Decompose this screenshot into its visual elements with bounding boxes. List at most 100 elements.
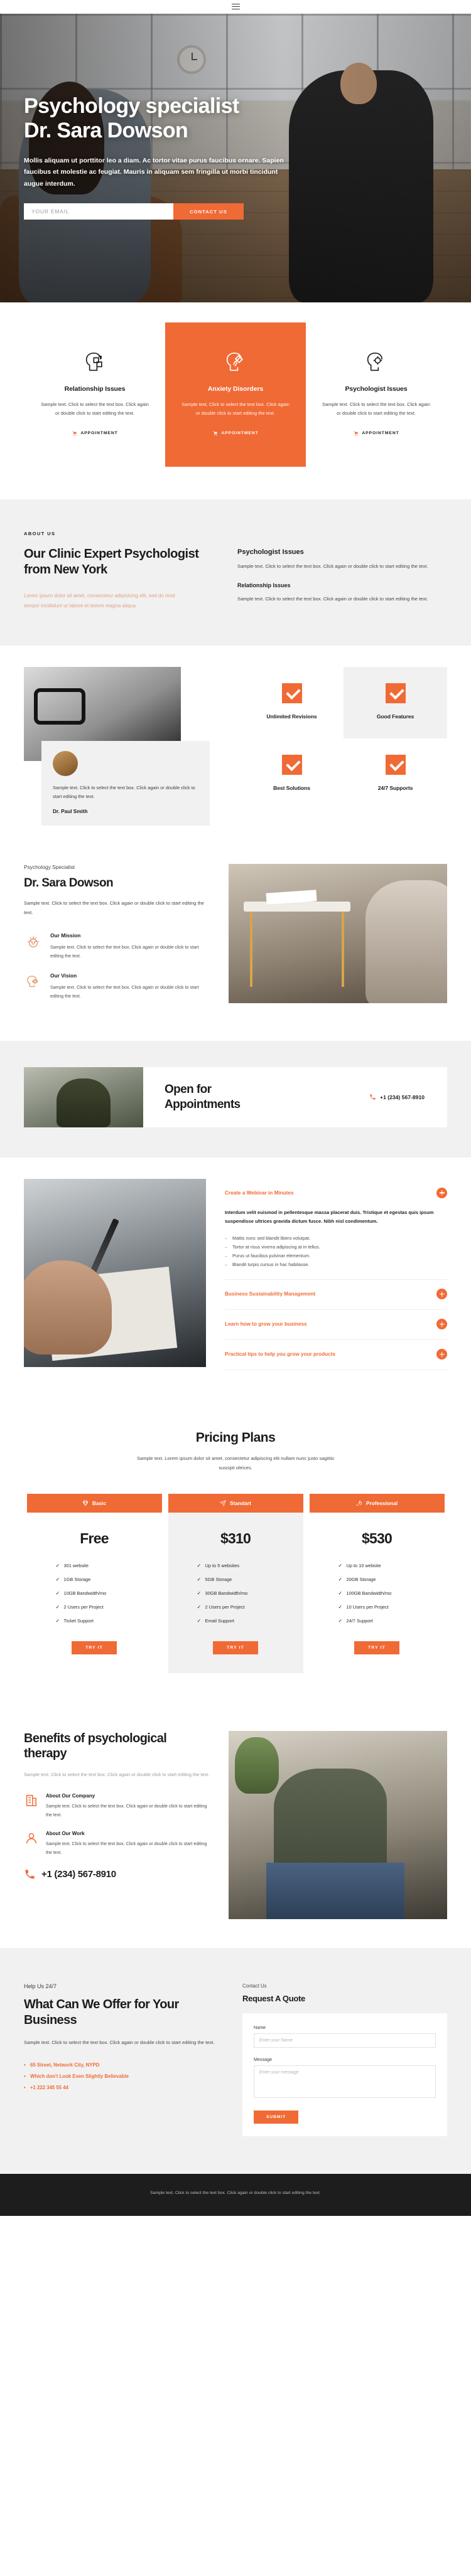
appointments-photo — [24, 1067, 143, 1127]
accordion-item-practical-tips: Practical tips to help you grow your pro… — [225, 1340, 447, 1371]
list-item: 2 Users per Project — [197, 1604, 291, 1610]
list-item: 2 Users per Project — [56, 1604, 149, 1610]
list-item: 20GB Storage — [338, 1577, 432, 1583]
doctor-item-text: Sample text. Click to select the text bo… — [50, 944, 199, 959]
benefits-photo — [229, 1730, 447, 1919]
phone-icon — [25, 1870, 35, 1879]
submit-button[interactable]: SUBMIT — [254, 2110, 299, 2124]
benefit-text: Sample text. Click to select the text bo… — [46, 1841, 207, 1855]
accordion-body: Interdum velit euismod in pellentesque m… — [225, 1198, 447, 1270]
contact-form-label: Contact Us — [242, 1983, 267, 1989]
feature-cell-247-supports: 24/7 Supports — [344, 738, 447, 810]
plan-try-it-button[interactable]: TRY IT — [354, 1641, 399, 1654]
feature-title: 24/7 Supports — [377, 785, 413, 792]
contact-section: Help Us 24/7 What Can We Offer for Your … — [0, 1947, 471, 2174]
request-quote-form: Name Message SUBMIT — [254, 2025, 436, 2124]
plan-feature-list: Up to 5 websites 5GB Storage 30GB Bandwi… — [181, 1563, 291, 1624]
head-broom-icon — [179, 348, 292, 376]
plan-header: Standart — [168, 1494, 303, 1513]
list-item: 24/7 Support — [338, 1618, 432, 1624]
hero-title-line-1: Psychology specialist — [24, 94, 239, 118]
hero-section: Psychology specialist Dr. Sara Dowson Mo… — [0, 14, 471, 302]
building-icon — [24, 1793, 39, 1808]
doctor-item-title: Our Mission — [50, 932, 81, 939]
list-item: 5GB Storage — [197, 1577, 291, 1583]
appointments-phone-link[interactable]: +1 (234) 567-8910 — [369, 1094, 425, 1100]
appointments-heading-line-2: Appointments — [165, 1097, 241, 1111]
service-card-psychologist[interactable]: Psychologist Issues Sample text. Click t… — [306, 331, 447, 467]
testimonial-text: Sample text. Click to select the text bo… — [53, 785, 195, 800]
doctor-item-mission: Our Mission Sample text. Click to select… — [24, 932, 212, 960]
plan-try-it-button[interactable]: TRY IT — [72, 1641, 117, 1654]
plus-icon[interactable] — [436, 1349, 447, 1360]
accordion-header[interactable]: Create a Webinar in Minutes — [225, 1187, 447, 1198]
accordion-title: Create a Webinar in Minutes — [225, 1190, 294, 1196]
plus-icon[interactable] — [436, 1289, 447, 1300]
services-section: Relationship Issues Sample text. Click t… — [0, 302, 471, 499]
mind-eye-icon — [24, 972, 43, 991]
contact-link-address[interactable]: 65 Street, Network City, NYPD — [24, 2062, 225, 2068]
testimonial-card: Sample text. Click to select the text bo… — [41, 741, 210, 826]
benefit-item-company: About Our Company Sample text. Click to … — [24, 1793, 212, 1819]
plan-feature-list: 301 website 1GB Storage 10GB Bandwidth/m… — [40, 1563, 149, 1624]
service-title: Psychologist Issues — [345, 385, 408, 393]
page-root: Psychology specialist Dr. Sara Dowson Mo… — [0, 0, 471, 2216]
about-eyebrow: ABOUT US — [24, 530, 56, 536]
appointment-label: APPOINTMENT — [362, 430, 399, 435]
accordion-header[interactable]: Business Sustainability Management — [225, 1289, 447, 1300]
appointments-phone: +1 (234) 567-8910 — [380, 1094, 425, 1100]
feature-cell-good-features: Good Features — [344, 667, 447, 739]
rocket-icon — [356, 1500, 362, 1506]
plan-name: Professional — [365, 1500, 398, 1507]
message-field[interactable] — [254, 2065, 436, 2098]
contact-form-title: Request A Quote — [242, 1993, 305, 2003]
features-section: Sample text. Click to select the text bo… — [0, 646, 471, 839]
user-icon — [24, 1831, 39, 1846]
contact-us-button[interactable]: CONTACT US — [173, 203, 244, 220]
benefit-title: About Our Company — [46, 1793, 95, 1799]
contact-kicker: Help Us 24/7 — [24, 1983, 57, 1989]
email-input[interactable] — [24, 203, 173, 220]
plan-try-it-button[interactable]: TRY IT — [213, 1641, 258, 1654]
appointment-link[interactable]: APPOINTMENT — [212, 430, 258, 436]
accordion-header[interactable]: Learn how to grow your business — [225, 1319, 447, 1330]
benefit-title: About Our Work — [46, 1831, 85, 1837]
appointment-link[interactable]: APPOINTMENT — [353, 430, 399, 436]
service-card-relationship[interactable]: Relationship Issues Sample text. Click t… — [24, 331, 165, 467]
appointments-heading: Open for Appointments — [165, 1082, 241, 1112]
list-item: Blandit turpis cursus in hac habitasse. — [225, 1260, 447, 1269]
contact-link-phone[interactable]: +1 222 345 55 44 — [24, 2085, 225, 2090]
accordion-bullet-list: Mattis nunc sed blandit libero volutpat.… — [225, 1234, 447, 1270]
plan-header: Basic — [26, 1494, 162, 1513]
list-item: 301 website — [56, 1563, 149, 1569]
contact-lead: Sample text. Click to select the text bo… — [24, 2039, 215, 2045]
accordion-title: Practical tips to help you grow your pro… — [225, 1351, 336, 1358]
doctor-item-text: Sample text. Click to select the text bo… — [50, 984, 199, 999]
service-card-anxiety[interactable]: Anxiety Disorders Sample text. Click to … — [165, 322, 306, 467]
check-icon — [385, 683, 406, 704]
benefits-phone-link[interactable]: +1 (234) 567-8910 — [24, 1868, 212, 1880]
hamburger-menu-icon[interactable] — [231, 4, 240, 9]
plan-name: Standart — [230, 1500, 251, 1507]
doctor-kicker: Psychology Specialist — [24, 864, 75, 871]
list-item: Ticket Support — [56, 1618, 149, 1624]
appointments-heading-line-1: Open for — [165, 1083, 212, 1097]
service-title: Anxiety Disorders — [207, 385, 264, 393]
plan-price: Free — [80, 1530, 109, 1547]
name-field[interactable] — [254, 2033, 436, 2048]
plan-feature-list: Up to 10 website 20GB Storage 100GB Band… — [322, 1563, 432, 1624]
accordion-title: Business Sustainability Management — [225, 1291, 316, 1297]
about-section: ABOUT US Our Clinic Expert Psychologist … — [0, 499, 471, 646]
plan-card-standart: Standart $310 Up to 5 websites 5GB Stora… — [168, 1494, 303, 1673]
about-block-text: Sample text. Click to select the text bo… — [237, 563, 428, 569]
service-text: Sample text. Click to select the text bo… — [322, 402, 430, 416]
plus-icon[interactable] — [436, 1187, 447, 1198]
appointment-link[interactable]: APPOINTMENT — [72, 430, 117, 436]
plus-icon[interactable] — [436, 1319, 447, 1330]
writing-photo — [24, 1178, 206, 1367]
accordion-header[interactable]: Practical tips to help you grow your pro… — [225, 1349, 447, 1360]
contact-link-tagline[interactable]: Which don't Look Even Slightly Believabl… — [24, 2073, 225, 2079]
feature-cell-best-solutions: Best Solutions — [240, 738, 344, 810]
mind-lotus-icon — [24, 932, 43, 951]
benefits-section: Benefits of psychological therapy Sample… — [0, 1709, 471, 1948]
